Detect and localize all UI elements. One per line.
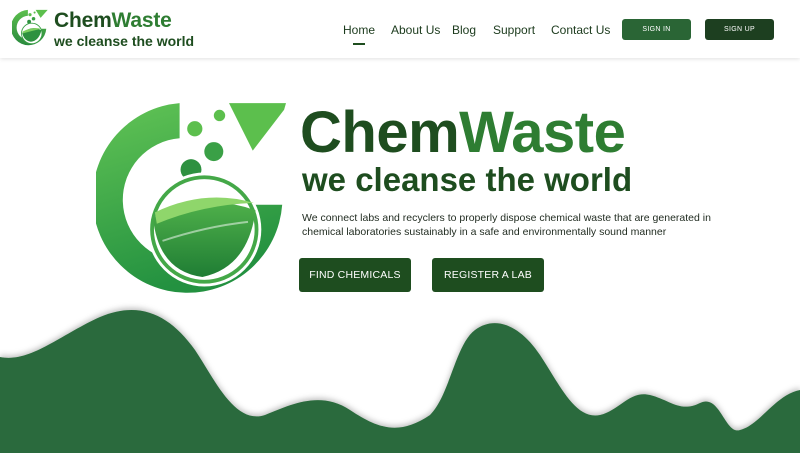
hero-title: ChemWaste: [300, 100, 626, 165]
hero-tagline: we cleanse the world: [302, 161, 633, 198]
brand-name: ChemWaste: [54, 9, 172, 32]
nav-about-us[interactable]: About Us: [391, 22, 440, 38]
nav-support[interactable]: Support: [493, 22, 535, 38]
sign-up-button[interactable]: SIGN UP: [705, 19, 774, 40]
hero-description: We connect labs and recyclers to properl…: [302, 212, 711, 238]
sign-in-button[interactable]: SIGN IN: [622, 19, 691, 40]
register-lab-button[interactable]: REGISTER A LAB: [432, 258, 544, 292]
nav-blog[interactable]: Blog: [452, 22, 476, 38]
brand-home-link[interactable]: ChemWaste we cleanse the world: [12, 7, 195, 51]
brand-tagline: we cleanse the world: [54, 33, 195, 49]
find-chemicals-button[interactable]: FIND CHEMICALS: [299, 258, 411, 292]
landing-page: ChemWaste we cleanse the world Home Abou…: [0, 0, 800, 453]
nav-home[interactable]: Home: [343, 22, 375, 45]
flask-leaf-logo-icon: [12, 9, 48, 46]
decorative-wave-background: [0, 309, 800, 453]
hero-flask-leaf-logo-icon: [96, 103, 286, 293]
nav-contact-us[interactable]: Contact Us: [551, 22, 610, 38]
top-navbar: ChemWaste we cleanse the world Home Abou…: [0, 0, 800, 58]
